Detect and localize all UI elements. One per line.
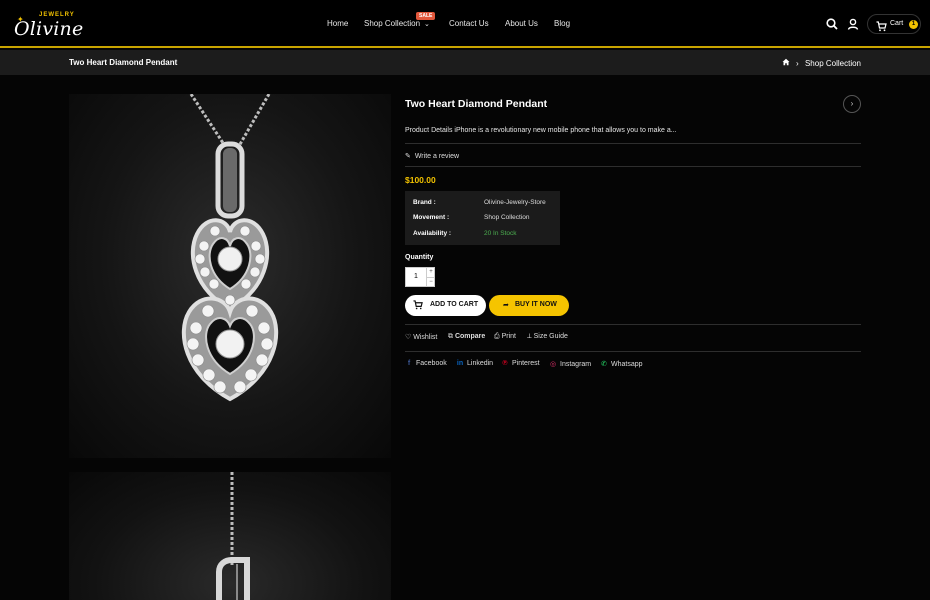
- size-guide-label: Size Guide: [533, 333, 568, 340]
- product-description: Product Details iPhone is a revolutionar…: [405, 127, 677, 134]
- write-review-link[interactable]: ✎ Write a review: [405, 152, 459, 160]
- sale-badge: SALE: [416, 12, 436, 20]
- wishlist-label: Wishlist: [413, 334, 438, 341]
- nav-about-us[interactable]: About Us: [505, 19, 538, 28]
- quantity-label: Quantity: [405, 254, 434, 261]
- pinterest-icon: ℗: [502, 360, 508, 367]
- linkedin-label: Linkedin: [467, 360, 494, 367]
- wishlist-link[interactable]: ♡ Wishlist: [405, 333, 437, 341]
- facebook-label: Facebook: [416, 360, 447, 367]
- home-icon[interactable]: [782, 58, 790, 68]
- chevron-down-icon: ⌄: [424, 21, 430, 28]
- product-actions: ♡ Wishlist ⧉ Compare ⎙ Print ⟂ Size Guid…: [405, 333, 861, 343]
- print-label: Print: [501, 333, 516, 340]
- next-product-button[interactable]: ›: [843, 95, 861, 113]
- product-image-main[interactable]: [69, 94, 391, 458]
- buy-now-label: BUY IT NOW: [515, 301, 557, 308]
- social-share: f Facebook in Linkedin ℗ Pinterest ◎ Instagr…: [405, 360, 861, 370]
- breadcrumb-current[interactable]: Shop Collection: [805, 59, 861, 68]
- write-review-label: Write a review: [414, 153, 460, 160]
- divider: [405, 143, 861, 144]
- pinterest-link[interactable]: ℗ Pinterest: [501, 360, 540, 367]
- whatsapp-link[interactable]: ✆ Whatsapp: [600, 360, 643, 368]
- nav-home[interactable]: Home: [327, 19, 348, 28]
- detail-value: Shop Collection: [484, 214, 530, 221]
- buy-now-button[interactable]: ➦ BUY IT NOW: [489, 295, 569, 316]
- page-title: Two Heart Diamond Pendant: [69, 58, 178, 67]
- increment-button[interactable]: +: [426, 268, 435, 277]
- share-arrow-icon: ➦: [503, 302, 509, 309]
- print-link[interactable]: ⎙ Print: [494, 333, 516, 341]
- instagram-label: Instagram: [560, 361, 592, 368]
- printer-icon: ⎙: [494, 333, 500, 340]
- divider: [405, 351, 861, 352]
- product-image-side[interactable]: [69, 472, 391, 600]
- add-to-cart-button[interactable]: ADD TO CART: [405, 295, 486, 316]
- quantity-stepper: 1 + −: [405, 267, 435, 287]
- divider: [405, 324, 861, 325]
- chevron-right-icon: ›: [796, 58, 799, 68]
- quantity-input[interactable]: 1: [406, 273, 426, 280]
- heart-icon: ♡: [405, 334, 412, 341]
- instagram-link[interactable]: ◎ Instagram: [549, 360, 591, 368]
- cart-label: Cart: [890, 20, 904, 27]
- breadcrumb-bar: Two Heart Diamond Pendant › Shop Collect…: [0, 50, 930, 75]
- cart-button[interactable]: Cart 1: [867, 14, 921, 34]
- facebook-link[interactable]: f Facebook: [405, 360, 447, 367]
- linkedin-icon: in: [456, 360, 464, 367]
- whatsapp-icon: ✆: [601, 361, 607, 368]
- compare-label: Compare: [454, 333, 486, 340]
- facebook-icon: f: [407, 360, 411, 367]
- instagram-icon: ◎: [549, 361, 557, 368]
- pinterest-label: Pinterest: [512, 360, 540, 367]
- detail-key: Availability :: [413, 230, 452, 237]
- linkedin-link[interactable]: in Linkedin: [456, 360, 493, 367]
- detail-value: Olivine-Jewelry-Store: [484, 199, 546, 206]
- divider: [405, 166, 861, 167]
- product-details-table: Brand : Olivine-Jewelry-Store Movement :…: [405, 191, 560, 245]
- nav-shop-collection[interactable]: Shop Collection ⌄: [364, 19, 430, 28]
- nav-shop-collection-label: Shop Collection: [364, 19, 421, 28]
- detail-key: Brand :: [413, 199, 436, 206]
- ruler-icon: ⟂: [527, 333, 532, 340]
- cart-icon: [876, 19, 887, 37]
- size-guide-link[interactable]: ⟂ Size Guide: [527, 333, 568, 341]
- cart-count-badge: 1: [909, 20, 918, 29]
- whatsapp-label: Whatsapp: [611, 361, 643, 368]
- logo[interactable]: ✦ JEWELRY Olivine: [14, 12, 83, 40]
- decrement-button[interactable]: −: [426, 277, 435, 286]
- product-price: $100.00: [405, 175, 436, 185]
- search-icon[interactable]: [825, 17, 839, 31]
- nav-contact-us[interactable]: Contact Us: [449, 19, 489, 28]
- add-to-cart-label: ADD TO CART: [430, 301, 479, 308]
- pencil-icon: ✎: [405, 153, 411, 160]
- detail-key: Movement :: [413, 214, 450, 221]
- logo-text: Olivine: [14, 18, 84, 40]
- compare-link[interactable]: ⧉ Compare: [448, 333, 485, 341]
- site-header: ✦ JEWELRY Olivine Home Shop Collection ⌄ …: [0, 0, 930, 48]
- stock-status: 20 In Stock: [484, 230, 517, 237]
- product-title: Two Heart Diamond Pendant: [405, 98, 548, 110]
- cart-icon: [413, 300, 423, 312]
- breadcrumb: › Shop Collection: [782, 58, 861, 68]
- compare-icon: ⧉: [448, 333, 453, 340]
- nav-blog[interactable]: Blog: [554, 19, 570, 28]
- user-icon[interactable]: [846, 17, 860, 31]
